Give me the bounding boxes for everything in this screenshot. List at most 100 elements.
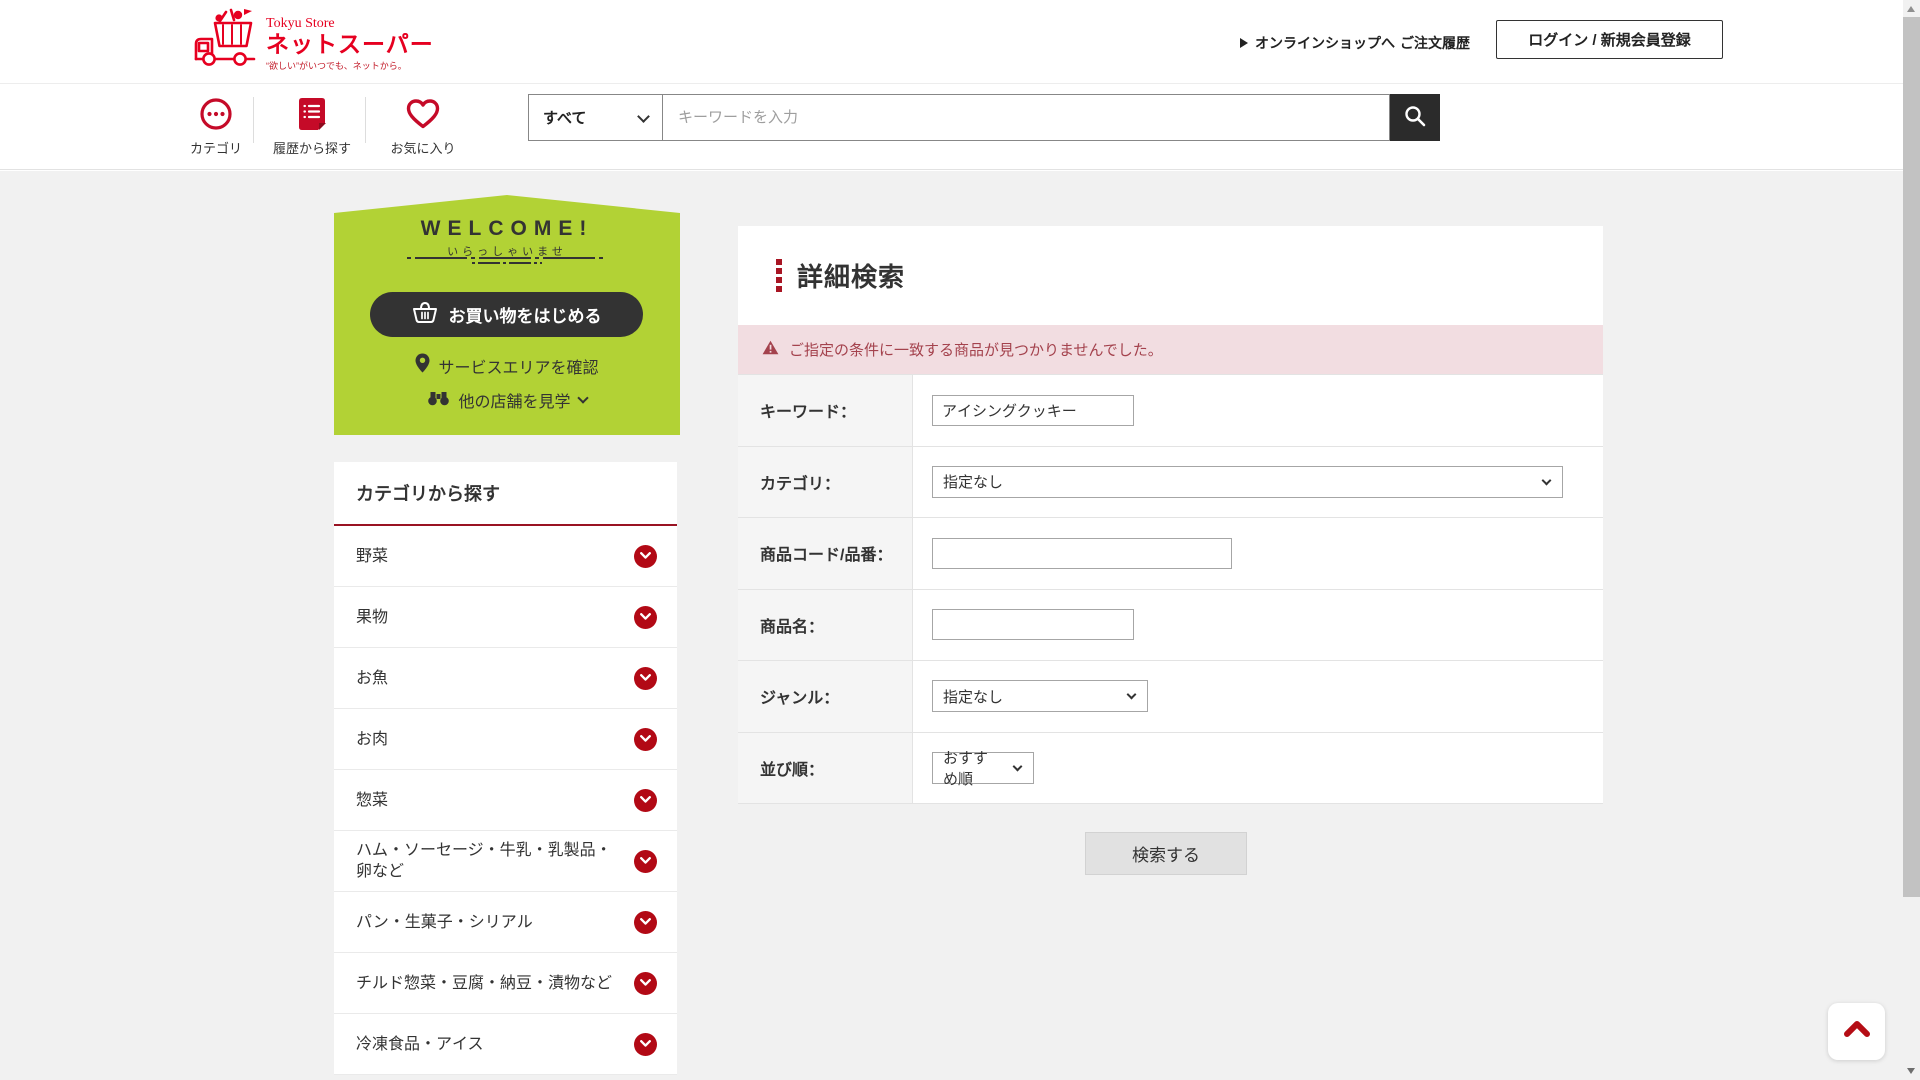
- form-row-product-code: 商品コード/品番：: [738, 518, 1603, 590]
- nav-item-category[interactable]: カテゴリ: [161, 93, 271, 157]
- chevron-up-icon: [1842, 1019, 1872, 1044]
- delivery-truck-icon: [190, 6, 260, 73]
- warning-triangle-icon: [762, 340, 779, 360]
- search-button[interactable]: [1390, 94, 1440, 141]
- category-label: お魚: [356, 669, 389, 687]
- login-register-label: ログイン / 新規会員登録: [1528, 32, 1691, 49]
- scrollbar-thumb[interactable]: [1903, 17, 1920, 897]
- brand-service-name: ネットスーパー: [266, 31, 434, 57]
- category-row-meat[interactable]: お肉: [334, 709, 677, 770]
- scroll-to-top-button[interactable]: [1828, 1003, 1885, 1060]
- keyword-input[interactable]: [932, 394, 1134, 426]
- map-pin-icon: [415, 353, 430, 378]
- browser-scrollbar[interactable]: [1903, 0, 1920, 1080]
- form-row-product-name: 商品名：: [738, 589, 1603, 661]
- welcome-title: WELCOME!: [420, 217, 594, 240]
- ellipsis-circle-icon: [161, 93, 271, 135]
- online-shop-link[interactable]: オンラインショップへ: [1240, 33, 1395, 53]
- binoculars-icon: [427, 390, 450, 411]
- category-select-value: 指定なし: [943, 474, 1004, 492]
- start-shopping-label: お買い物をはじめる: [448, 307, 602, 326]
- search-submit-button[interactable]: 検索する: [1085, 832, 1247, 875]
- product-name-label: 商品名：: [738, 589, 913, 660]
- brand-logo-text: Tokyu Store ネットスーパー “欲しい”がいつでも、ネットから。: [266, 6, 434, 72]
- nav-item-favorites[interactable]: お気に入り: [368, 93, 478, 157]
- heart-icon: [368, 93, 478, 135]
- category-row-fruits[interactable]: 果物: [334, 587, 677, 648]
- sort-select-value: おすすめ順: [943, 749, 989, 788]
- chevron-down-circle-icon: [634, 666, 657, 690]
- search-scope-value: すべて: [543, 110, 587, 127]
- dashed-bar-icon: [776, 259, 782, 292]
- scrollbar-down-arrow-icon[interactable]: [1907, 1068, 1915, 1074]
- product-code-input[interactable]: [932, 537, 1232, 569]
- category-row-fish[interactable]: お魚: [334, 648, 677, 709]
- search-bar: すべて: [528, 94, 1440, 141]
- chevron-down-circle-icon: [634, 788, 657, 812]
- login-register-button[interactable]: ログイン / 新規会員登録: [1496, 20, 1723, 59]
- detail-search-form: キーワード： カテゴリ： 指定なし 商品コード/品番：: [738, 374, 1603, 804]
- no-results-alert: ご指定の条件に一致する商品が見つかりませんでした。: [738, 325, 1603, 374]
- category-label: 野菜: [356, 547, 389, 565]
- chevron-down-circle-icon: [634, 727, 657, 751]
- scrollbar-up-arrow-icon[interactable]: [1907, 6, 1915, 12]
- brand-store-name: Tokyu Store: [266, 16, 335, 31]
- top-header: Tokyu Store ネットスーパー “欲しい”がいつでも、ネットから。 オン…: [0, 0, 1920, 84]
- start-shopping-button[interactable]: お買い物をはじめる: [370, 292, 643, 337]
- chevron-down-icon: [1126, 689, 1137, 700]
- product-name-input[interactable]: [932, 609, 1134, 641]
- form-row-keyword: キーワード：: [738, 375, 1603, 447]
- category-row-chilled[interactable]: チルド惣菜・豆腐・納豆・漬物など: [334, 953, 677, 1014]
- category-row-deli[interactable]: 惣菜: [334, 770, 677, 831]
- nav-divider: [253, 97, 254, 143]
- search-input[interactable]: [663, 94, 1390, 141]
- chevron-down-circle-icon: [634, 605, 657, 629]
- category-row-vegetables[interactable]: 野菜: [334, 526, 677, 587]
- form-row-genre: ジャンル： 指定なし: [738, 661, 1603, 733]
- genre-label: ジャンル：: [738, 661, 913, 732]
- category-label: 冷凍食品・アイス: [356, 1035, 484, 1053]
- history-list-icon: [257, 93, 367, 135]
- no-results-message: ご指定の条件に一致する商品が見つかりませんでした。: [789, 342, 1163, 359]
- category-panel-title: カテゴリから探す: [334, 462, 677, 526]
- detail-search-header: 詳細検索: [738, 226, 1603, 325]
- nav-item-history[interactable]: 履歴から探す: [257, 93, 367, 157]
- category-row-bread[interactable]: パン・生菓子・シリアル: [334, 892, 677, 953]
- chevron-down-circle-icon: [634, 544, 657, 568]
- nav-bar: カテゴリ 履歴から探す お気に入り すべて: [0, 85, 1920, 170]
- category-select[interactable]: 指定なし: [932, 465, 1563, 498]
- category-label: 惣菜: [356, 791, 389, 809]
- service-area-link[interactable]: サービスエリアを確認: [334, 353, 680, 378]
- product-code-label: 商品コード/品番：: [738, 518, 913, 589]
- search-submit-label: 検索する: [1132, 846, 1200, 865]
- category-label: 果物: [356, 608, 389, 626]
- chevron-down-icon: [1541, 475, 1552, 486]
- sort-label: 並び順：: [738, 732, 913, 803]
- chevron-down-icon: [576, 392, 589, 404]
- category-panel: カテゴリから探す 野菜 果物 お魚 お肉 惣菜 ハム・ソーセージ・牛乳・乳製品・…: [334, 462, 677, 1075]
- form-row-category: カテゴリ： 指定なし: [738, 446, 1603, 518]
- chevron-down-icon: [1012, 761, 1023, 772]
- online-shop-link-label: オンラインショップへ: [1255, 35, 1395, 51]
- genre-select-value: 指定なし: [943, 688, 1004, 706]
- chevron-down-circle-icon: [634, 1032, 657, 1056]
- chevron-down-circle-icon: [634, 971, 657, 995]
- category-label: パン・生菓子・シリアル: [356, 913, 533, 931]
- category-label: お肉: [356, 730, 389, 748]
- chevron-down-icon: [637, 110, 650, 123]
- form-row-sort: 並び順： おすすめ順: [738, 732, 1603, 804]
- sort-select[interactable]: おすすめ順: [932, 750, 1034, 788]
- brand-logo[interactable]: Tokyu Store ネットスーパー “欲しい”がいつでも、ネットから。: [190, 6, 434, 73]
- order-history-link[interactable]: ご注文履歴: [1400, 33, 1470, 53]
- category-label: カテゴリ：: [738, 446, 913, 517]
- search-scope-select[interactable]: すべて: [528, 94, 663, 141]
- category-label: ハム・ソーセージ・牛乳・乳製品・卵など: [356, 842, 612, 880]
- service-area-label: サービスエリアを確認: [438, 359, 599, 377]
- other-stores-link[interactable]: 他の店舗を見学: [334, 388, 680, 412]
- welcome-panel: WELCOME! いらっしゃいませ お買い物をはじめる サービスエリアを確認 他…: [334, 195, 680, 435]
- nav-history-label: 履歴から探す: [272, 141, 351, 156]
- genre-select[interactable]: 指定なし: [932, 680, 1148, 713]
- category-row-ham-dairy[interactable]: ハム・ソーセージ・牛乳・乳製品・卵など: [334, 831, 677, 892]
- detail-search-card: 詳細検索 ご指定の条件に一致する商品が見つかりませんでした。 キーワード： カテ…: [738, 226, 1603, 804]
- category-row-frozen[interactable]: 冷凍食品・アイス: [334, 1014, 677, 1075]
